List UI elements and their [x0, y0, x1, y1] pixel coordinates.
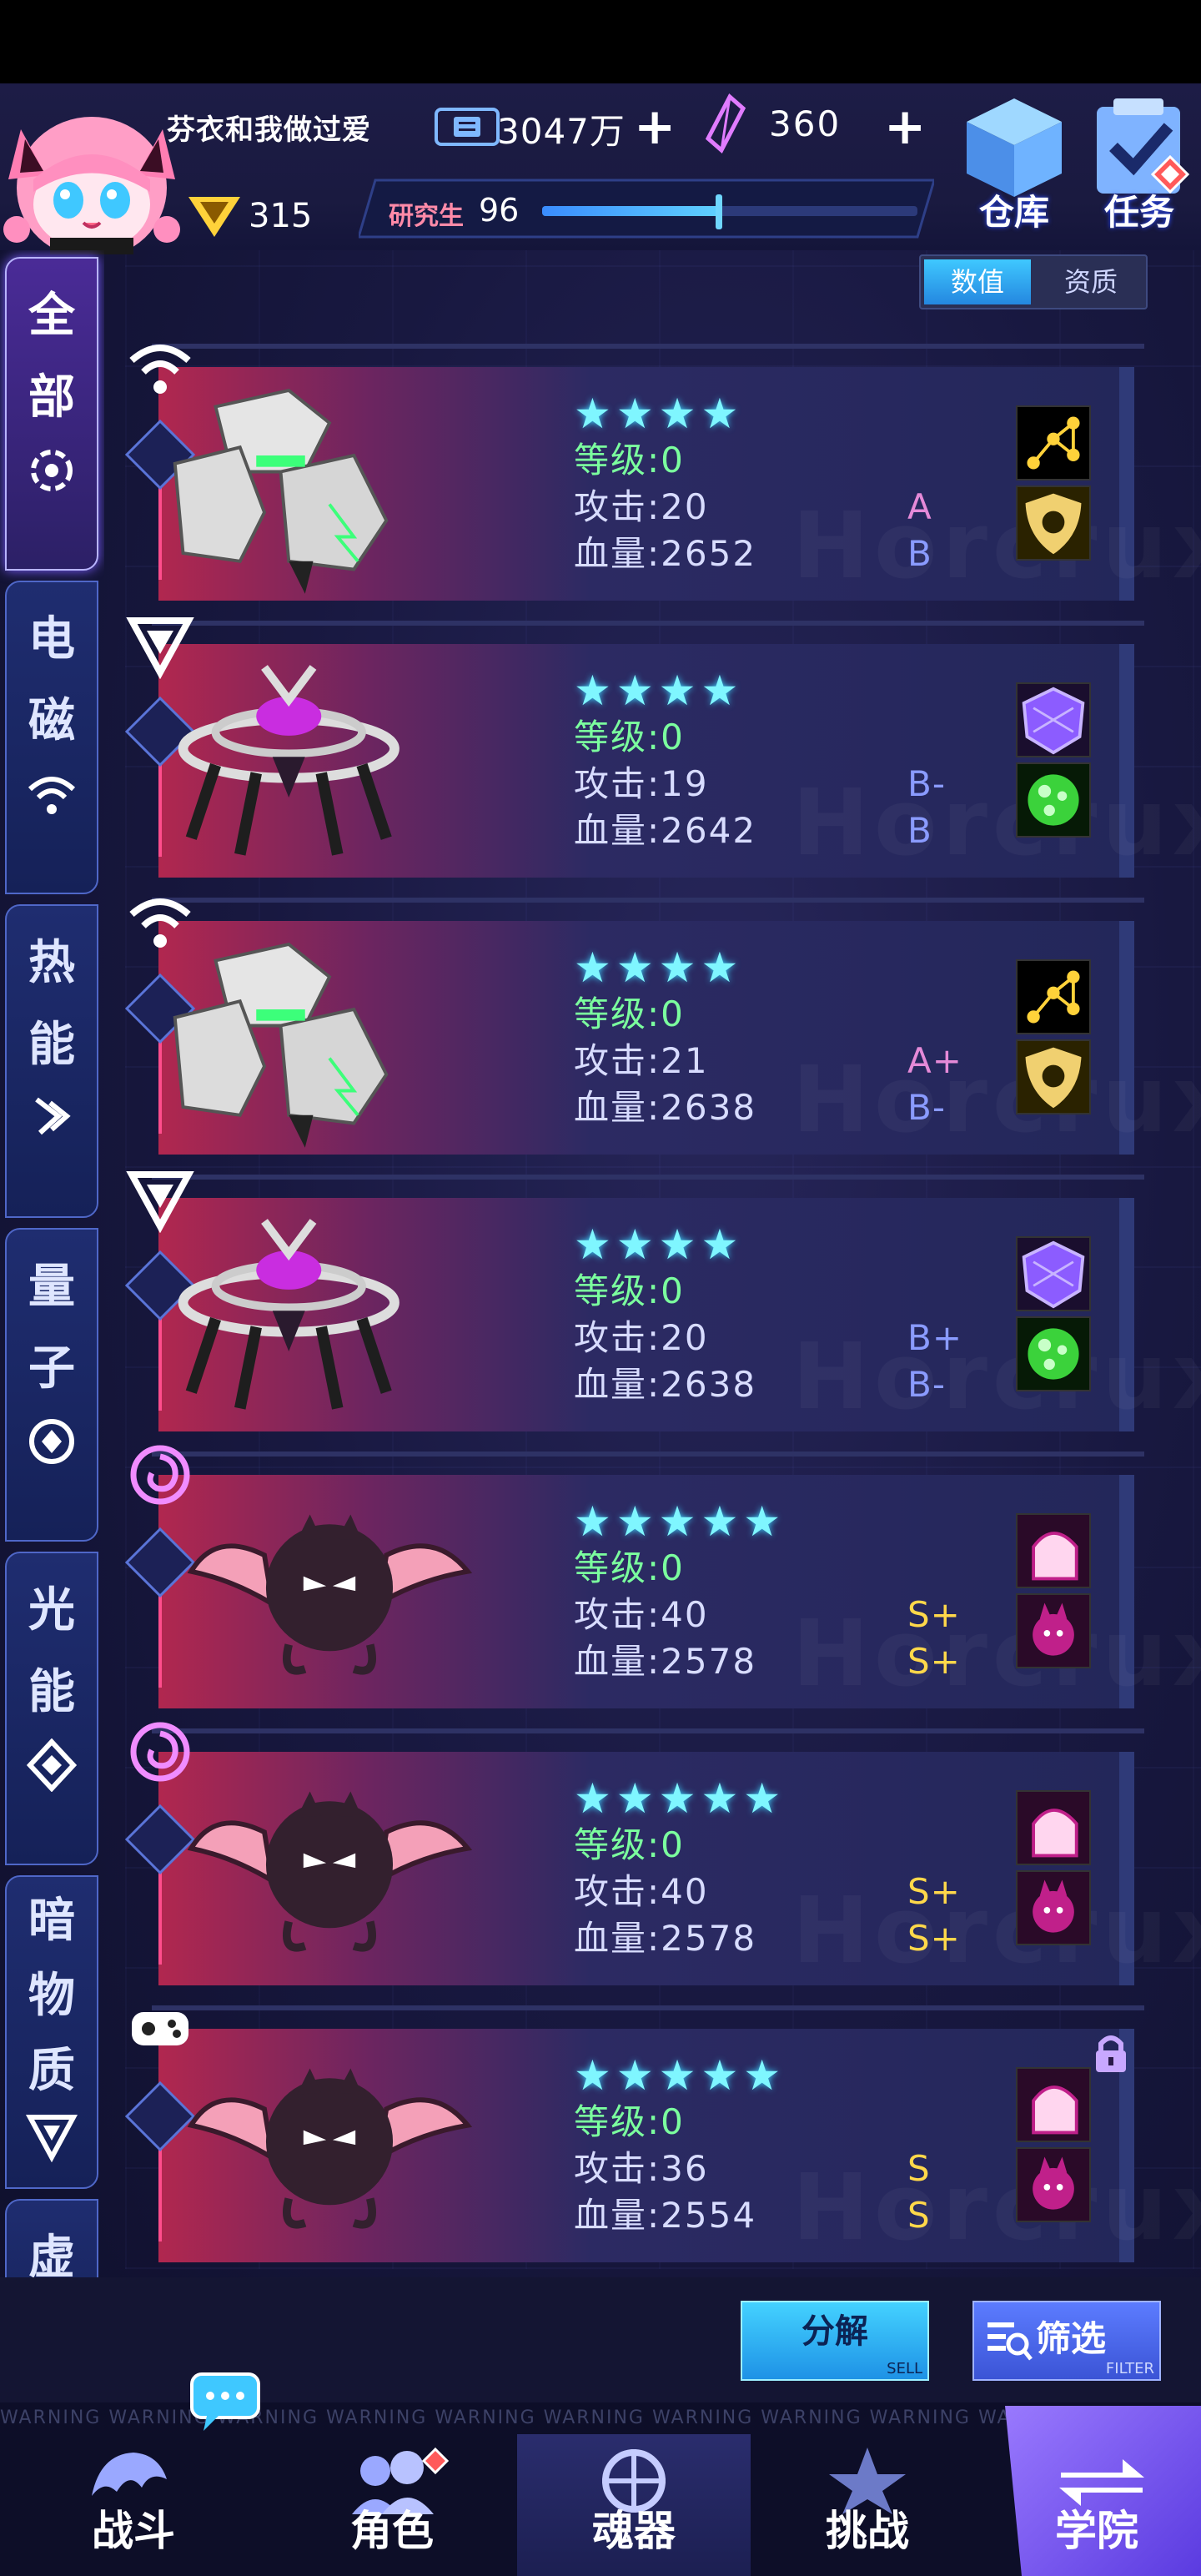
hp-text: 血量:2578: [574, 1918, 757, 1959]
nav-label: 魂器: [592, 2507, 676, 2555]
constellation-icon[interactable]: [1016, 405, 1091, 480]
nav-label: 战斗: [92, 2507, 175, 2555]
attack-grade: B-: [907, 763, 946, 804]
card-watermark: Horcrux: [792, 1046, 1201, 1153]
bat-demon-image: [187, 1514, 473, 1675]
star-rating: ★★★★: [574, 1220, 744, 1269]
attack-grade: S+: [907, 1594, 961, 1635]
nav-soul-vessel[interactable]: 魂器: [517, 2434, 751, 2576]
hp-grade: S+: [907, 1918, 961, 1959]
card-separator: [152, 621, 1144, 626]
attack-grade: S: [907, 2148, 931, 2189]
filter-sublabel: FILTER: [1105, 2360, 1154, 2377]
attack-text: 攻击:19: [574, 763, 709, 804]
shield-icon[interactable]: [1016, 486, 1091, 561]
hp-grade: B: [907, 810, 932, 851]
nav-label: 挑战: [826, 2507, 909, 2555]
star-rating: ★★★★★: [574, 1497, 786, 1546]
game-screen: 芬衣和我做过爱 3047万 + 360 + 315 研究生 96 仓库 任务 数…: [0, 0, 1201, 2576]
attack-text: 攻击:21: [574, 1040, 709, 1081]
sell-sublabel: SELL: [887, 2360, 922, 2377]
card-watermark: Horcrux: [792, 769, 1201, 876]
card-watermark: Horcrux: [792, 2154, 1201, 2261]
filter-label: 筛选: [1036, 2318, 1107, 2359]
ring-spider-image: [178, 1219, 399, 1410]
chat-icon[interactable]: [188, 2371, 262, 2434]
hp-grade: B-: [907, 1364, 946, 1405]
star-rating: ★★★★: [574, 390, 744, 438]
card-watermark: Horcrux: [792, 1877, 1201, 1984]
ghost-icon[interactable]: [1016, 1790, 1091, 1865]
hp-text: 血量:2638: [574, 1364, 757, 1405]
level-text: 等级:0: [574, 2101, 685, 2142]
attack-grade: S+: [907, 1871, 961, 1912]
ring-spider-image: [178, 665, 399, 856]
nav-label: 角色: [350, 2507, 434, 2555]
nav-character[interactable]: 角色: [275, 2434, 509, 2576]
hp-grade: B-: [907, 1087, 946, 1128]
hex-shield-icon[interactable]: [1016, 1236, 1091, 1311]
attack-text: 攻击:40: [574, 1594, 709, 1635]
hp-text: 血量:2642: [574, 810, 757, 851]
star-rating: ★★★★★: [574, 1774, 786, 1823]
star-rating: ★★★★: [574, 943, 744, 992]
lock-icon[interactable]: [1091, 2032, 1131, 2074]
hp-text: 血量:2638: [574, 1087, 757, 1128]
imp-icon[interactable]: [1016, 1870, 1091, 1945]
star-rating: ★★★★: [574, 667, 744, 715]
rock-golem-image: [173, 942, 389, 1148]
attack-text: 攻击:20: [574, 486, 709, 527]
shield-icon[interactable]: [1016, 1039, 1091, 1114]
card-watermark: Horcrux: [792, 492, 1201, 599]
level-text: 等级:0: [574, 440, 685, 480]
attack-grade: A: [907, 486, 932, 527]
card-separator: [152, 1175, 1144, 1180]
hp-text: 血量:2578: [574, 1641, 757, 1682]
filter-icon: [987, 2322, 1033, 2361]
hp-grade: B: [907, 533, 932, 574]
card-separator: [152, 898, 1144, 903]
sell-label: 分解: [802, 2312, 868, 2351]
imp-icon[interactable]: [1016, 1593, 1091, 1668]
attack-text: 攻击:36: [574, 2148, 709, 2189]
hex-shield-icon[interactable]: [1016, 682, 1091, 757]
attack-grade: A+: [907, 1040, 962, 1081]
attack-text: 攻击:40: [574, 1871, 709, 1912]
level-text: 等级:0: [574, 1270, 685, 1311]
ghost-icon[interactable]: [1016, 2067, 1091, 2142]
hp-grade: S+: [907, 1641, 961, 1682]
rock-golem-image: [173, 388, 389, 594]
card-separator: [152, 1728, 1144, 1733]
nav-challenge[interactable]: 挑战: [751, 2434, 984, 2576]
nav-battle[interactable]: 战斗: [17, 2434, 250, 2576]
star-rating: ★★★★★: [574, 2051, 786, 2100]
green-orb-icon[interactable]: [1016, 1316, 1091, 1391]
nav-label: 学院: [1055, 2507, 1138, 2555]
nav-academy[interactable]: 学院: [992, 2434, 1201, 2576]
filter-button[interactable]: 筛选 FILTER: [972, 2301, 1161, 2381]
card-watermark: Horcrux: [792, 1323, 1201, 1430]
level-text: 等级:0: [574, 1824, 685, 1865]
card-separator: [152, 344, 1144, 349]
hp-text: 血量:2652: [574, 533, 757, 574]
level-text: 等级:0: [574, 717, 685, 757]
attack-text: 攻击:20: [574, 1317, 709, 1358]
attack-grade: B+: [907, 1317, 963, 1358]
hp-text: 血量:2554: [574, 2195, 757, 2236]
card-watermark: Horcrux: [792, 1600, 1201, 1707]
card-separator: [152, 1452, 1144, 1457]
green-orb-icon[interactable]: [1016, 762, 1091, 838]
bat-demon-image: [187, 2068, 473, 2229]
sell-button[interactable]: 分解 SELL: [741, 2301, 929, 2381]
ghost-icon[interactable]: [1016, 1513, 1091, 1588]
level-text: 等级:0: [574, 1547, 685, 1588]
bat-demon-image: [187, 1791, 473, 1952]
hp-grade: S: [907, 2195, 931, 2236]
soul-vessel-list: Horcrux★★★★等级:0攻击:20血量:2652ABHorcrux★★★★…: [0, 0, 1201, 2576]
constellation-icon[interactable]: [1016, 959, 1091, 1034]
imp-icon[interactable]: [1016, 2147, 1091, 2222]
card-separator: [152, 2005, 1144, 2010]
level-text: 等级:0: [574, 994, 685, 1034]
